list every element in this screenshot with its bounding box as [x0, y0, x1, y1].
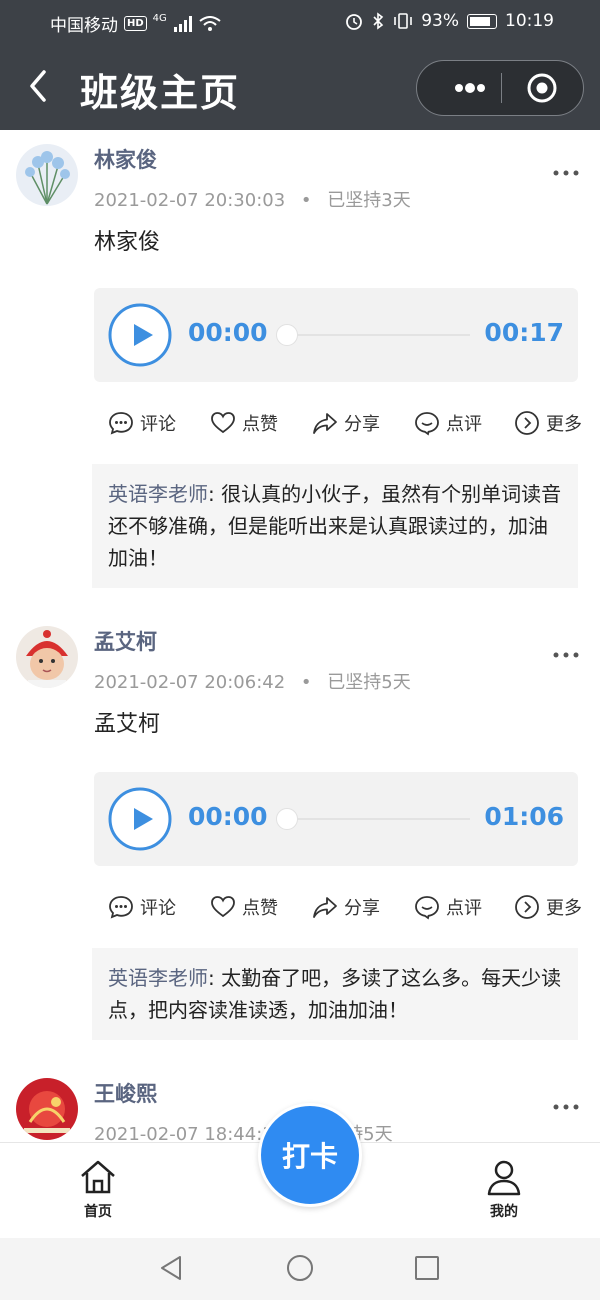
- post-time: 2021-02-07 18:44:3: [94, 1124, 274, 1142]
- back-icon[interactable]: [24, 66, 54, 106]
- audio-duration: 00:17: [484, 318, 564, 347]
- heart-icon: [211, 412, 235, 434]
- more-label: 更多: [546, 414, 582, 435]
- comment-button[interactable]: 评论: [108, 894, 176, 920]
- post-content: 孟艾柯: [94, 712, 161, 737]
- post-meta: 2021-02-07 20:30:03 • 已坚持3天: [94, 186, 411, 212]
- nav-bar: 班级主页: [0, 44, 600, 130]
- mini-program-capsule: [416, 60, 584, 116]
- wifi-icon: [199, 15, 221, 31]
- comment-icon: [109, 896, 133, 919]
- tab-mine[interactable]: 我的: [464, 1157, 544, 1221]
- avatar[interactable]: [16, 144, 78, 206]
- user-icon: [487, 1160, 521, 1196]
- meta-dot: •: [300, 190, 312, 211]
- review-icon: [415, 896, 439, 920]
- like-label: 点赞: [242, 414, 278, 435]
- more-arrow-icon: [515, 895, 539, 919]
- heart-icon: [211, 896, 235, 918]
- comment-colon: :: [208, 482, 222, 506]
- audio-progress-track[interactable]: [280, 334, 470, 336]
- page-title: 班级主页: [80, 71, 241, 115]
- hd-badge: HD: [124, 16, 147, 31]
- share-icon: [313, 413, 337, 434]
- feed: 林家俊 2021-02-07 20:30:03 • 已坚持3天 林家俊 00:0…: [0, 130, 600, 1142]
- meta-dot: •: [300, 672, 312, 693]
- tab-mine-label: 我的: [490, 1204, 518, 1220]
- network-label: 4G: [152, 13, 167, 24]
- review-icon: [415, 412, 439, 436]
- comment-author[interactable]: 英语李老师: [108, 966, 208, 990]
- post-more-icon[interactable]: [552, 650, 580, 660]
- teacher-comment: 英语李老师: 太勤奋了吧，多读了这么多。每天少读点，把内容读准读透，加油加油！: [92, 948, 578, 1040]
- play-icon[interactable]: [108, 303, 172, 367]
- post-time: 2021-02-07 20:06:42: [94, 672, 286, 693]
- capsule-divider: [501, 73, 502, 103]
- review-label: 点评: [446, 898, 482, 919]
- tab-home[interactable]: 首页: [58, 1157, 138, 1221]
- like-button[interactable]: 点赞: [210, 894, 278, 920]
- audio-progress-knob[interactable]: [276, 808, 298, 830]
- post-meta: 2021-02-07 20:06:42 • 已坚持5天: [94, 668, 411, 694]
- check-in-button[interactable]: 打卡: [258, 1103, 362, 1207]
- teacher-comment: 英语李老师: 很认真的小伙子，虽然有个别单词读音还不够准确，但是能听出来是认真跟…: [92, 464, 578, 588]
- streak-label: 已坚持5天: [327, 672, 411, 693]
- share-label: 分享: [344, 898, 380, 919]
- post-content: 林家俊: [94, 230, 161, 255]
- share-button[interactable]: 分享: [312, 894, 380, 920]
- tab-home-label: 首页: [84, 1204, 112, 1220]
- audio-progress-knob[interactable]: [276, 324, 298, 346]
- triangle-back-icon[interactable]: [156, 1253, 186, 1283]
- square-recent-icon[interactable]: [412, 1253, 442, 1283]
- streak-label: 已坚持3天: [327, 190, 411, 211]
- target-icon[interactable]: [525, 71, 559, 105]
- signal-icon: [173, 15, 192, 32]
- share-button[interactable]: 分享: [312, 410, 380, 436]
- more-dots-icon[interactable]: [439, 71, 499, 105]
- more-button[interactable]: 更多: [514, 894, 582, 920]
- comment-icon: [109, 412, 133, 435]
- username[interactable]: 林家俊: [94, 144, 157, 174]
- comment-label: 评论: [140, 898, 176, 919]
- battery-percent: 93%: [421, 11, 459, 31]
- review-label: 点评: [446, 414, 482, 435]
- username[interactable]: 孟艾柯: [94, 626, 157, 656]
- avatar[interactable]: [16, 626, 78, 688]
- share-icon: [313, 897, 337, 918]
- avatar[interactable]: [16, 1078, 78, 1140]
- more-label: 更多: [546, 898, 582, 919]
- audio-current-time: 00:00: [188, 802, 268, 831]
- alarm-icon: [346, 14, 363, 30]
- like-button[interactable]: 点赞: [210, 410, 278, 436]
- audio-player: 00:00 00:17: [94, 288, 578, 382]
- comment-colon: :: [208, 966, 222, 990]
- play-icon[interactable]: [108, 787, 172, 851]
- audio-progress-track[interactable]: [280, 818, 470, 820]
- review-button[interactable]: 点评: [414, 410, 482, 436]
- status-bar: 中国移动 HD 4G 93% 10:19: [0, 0, 600, 44]
- audio-player: 00:00 01:06: [94, 772, 578, 866]
- comment-label: 评论: [140, 414, 176, 435]
- comment-button[interactable]: 评论: [108, 410, 176, 436]
- battery-icon: [467, 13, 497, 29]
- vibrate-icon: [394, 13, 413, 29]
- share-label: 分享: [344, 414, 380, 435]
- bluetooth-icon: [373, 12, 384, 30]
- post-more-icon[interactable]: [552, 1102, 580, 1112]
- home-icon: [81, 1160, 115, 1194]
- post-time: 2021-02-07 20:30:03: [94, 190, 286, 211]
- username[interactable]: 王峻熙: [94, 1078, 157, 1108]
- like-label: 点赞: [242, 898, 278, 919]
- review-button[interactable]: 点评: [414, 894, 482, 920]
- more-button[interactable]: 更多: [514, 410, 582, 436]
- audio-duration: 01:06: [484, 802, 564, 831]
- comment-author[interactable]: 英语李老师: [108, 482, 208, 506]
- circle-home-icon[interactable]: [285, 1253, 315, 1283]
- clock: 10:19: [505, 11, 554, 31]
- system-nav-bar: [0, 1238, 600, 1300]
- audio-current-time: 00:00: [188, 318, 268, 347]
- more-arrow-icon: [515, 411, 539, 435]
- carrier-name: 中国移动: [50, 16, 118, 36]
- post-more-icon[interactable]: [552, 168, 580, 178]
